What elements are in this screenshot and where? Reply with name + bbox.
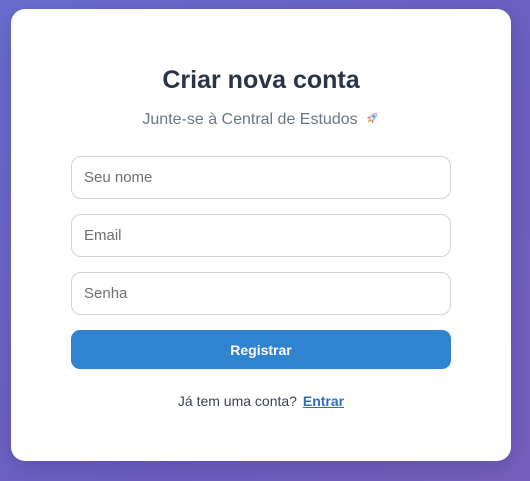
password-input[interactable] — [71, 272, 451, 315]
email-input[interactable] — [71, 214, 451, 257]
login-link[interactable]: Entrar — [303, 393, 344, 409]
login-prompt-text: Já tem uma conta? — [177, 393, 297, 409]
name-input[interactable] — [71, 156, 451, 199]
register-card: Criar nova conta Junte-se à Central de E… — [11, 9, 511, 461]
page-title: Criar nova conta — [162, 66, 360, 94]
login-prompt: Já tem uma conta? Entrar — [11, 392, 511, 410]
subtitle: Junte-se à Central de Estudos — [11, 110, 511, 132]
subtitle-text: Junte-se à Central de Estudos — [142, 111, 358, 128]
register-button[interactable]: Registrar — [71, 330, 451, 369]
rocket-icon — [364, 110, 380, 132]
